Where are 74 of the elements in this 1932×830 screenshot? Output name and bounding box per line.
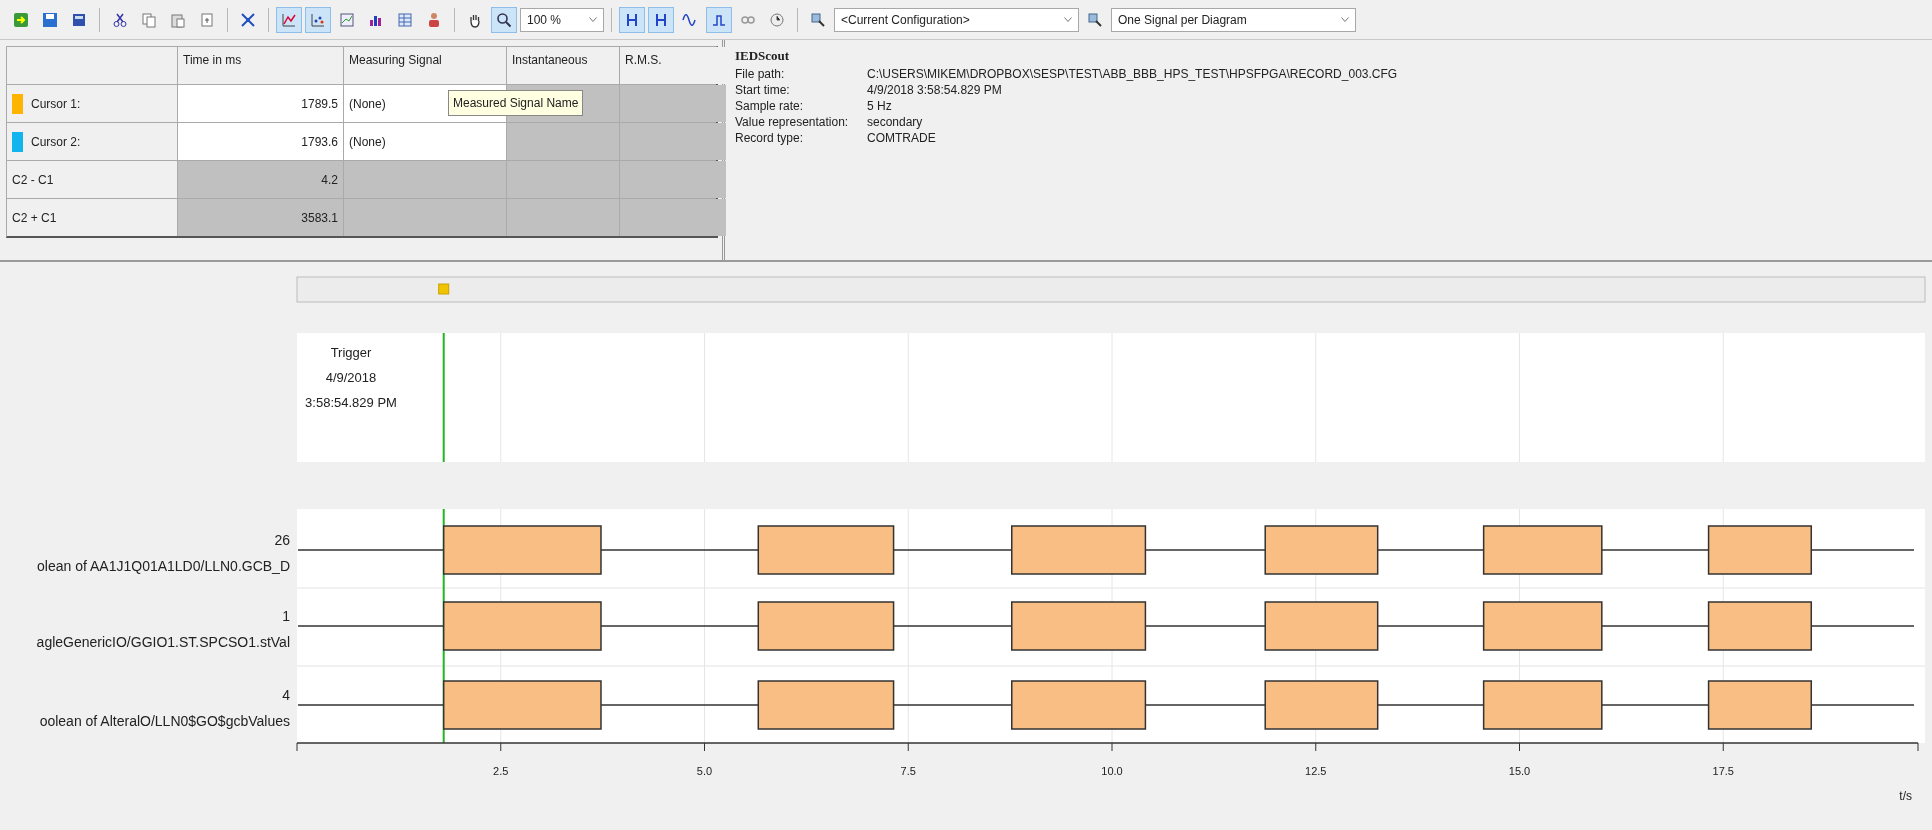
clock-icon (769, 11, 785, 28)
signal-number: 4 (282, 687, 290, 703)
trigger-text: Trigger (330, 345, 372, 360)
field-label: Sample rate: (735, 97, 805, 114)
column-header: Measuring Signal (344, 47, 506, 84)
trigger-marker (438, 283, 450, 295)
tick-label: 15.0 (1508, 765, 1531, 777)
column-header: R.M.S. (620, 47, 726, 84)
field-label: Record type: (735, 129, 805, 146)
tick-label: 7.5 (900, 765, 916, 777)
row-label: C2 - C1 (7, 161, 177, 198)
chart-icon (339, 11, 355, 28)
row-label: Cursor 2: (31, 133, 81, 151)
dropdown[interactable]: 100 % (520, 7, 604, 32)
wave-icon (682, 11, 698, 28)
signal-number: 1 (282, 608, 290, 624)
dropdown-value: 100 % (527, 11, 562, 29)
cross-arrows-icon (240, 11, 256, 28)
tick-label: 5.0 (696, 765, 713, 777)
app-title: IEDScout (735, 47, 791, 65)
dropdown[interactable]: One Signal per Diagram (1111, 7, 1356, 32)
dropdown-value: <Current Configuration> (841, 11, 970, 29)
table-cell: (None) (344, 123, 506, 160)
config-icon (810, 11, 826, 28)
bracket-icon (653, 11, 669, 28)
trigger-text: 4/9/2018 (325, 370, 377, 385)
caret-icon (1064, 17, 1072, 22)
signal-label: olean of AA1J1Q01A1LD0/LLN0.GCB_D (37, 558, 290, 574)
field-value: secondary (867, 113, 923, 130)
table-cell: 3583.1 (178, 199, 343, 236)
signal-number: 26 (274, 532, 290, 548)
field-label: File path: (735, 65, 786, 82)
row-label: Cursor 1: (31, 95, 81, 113)
tooltip: Measured Signal Name (448, 90, 584, 116)
trigger-text: 3:58:54.829 PM (305, 395, 397, 410)
copy-icon (141, 11, 157, 28)
tick-label: 2.5 (493, 765, 509, 777)
search-icon (496, 11, 512, 28)
column-header: Time in ms (178, 47, 343, 84)
caret-icon (1341, 17, 1349, 22)
bracket-icon (624, 11, 640, 28)
scatter-chart-icon (310, 11, 326, 28)
column-header: Instantaneous (507, 47, 619, 84)
field-value: COMTRADE (867, 129, 936, 146)
table-icon (397, 11, 413, 28)
save-icon (71, 11, 87, 28)
table-cell: 4.2 (178, 161, 343, 198)
field-value: C:\USERS\MIKEM\DROPBOX\SESP\TEST\ABB_BBB_HPS_TEST\HPSFPGA\RECORD_003.CFG (867, 65, 1398, 82)
toolbar-button[interactable] (648, 6, 674, 33)
field-label: Value representation: (735, 113, 850, 130)
field-value: 4/9/2018 3:58:54.829 PM (867, 81, 1002, 98)
line-chart-icon (281, 11, 297, 28)
cut-icon (112, 11, 128, 28)
row-label: C2 + C1 (7, 199, 177, 236)
document-icon (199, 11, 215, 28)
signal-label: agleGenericIO/GGIO1.ST.SPCSO1.stVal (36, 634, 290, 650)
field-value: 5 Hz (867, 97, 892, 114)
tick-label: 12.5 (1305, 765, 1327, 777)
paste-icon (170, 11, 186, 28)
tick-label: 17.5 (1712, 765, 1734, 777)
save-icon (42, 11, 58, 28)
config-icon (1087, 11, 1103, 28)
dropdown[interactable]: <Current Configuration> (834, 7, 1079, 32)
toolbar-button[interactable] (619, 6, 645, 33)
field-label: Start time: (735, 81, 791, 98)
tick-label: 10.0 (1101, 765, 1123, 777)
signal-label: oolean of AlteralO/LLN0$GO$gcbValues (39, 713, 290, 729)
table-cell: 1793.6 (178, 123, 343, 160)
toolbar-button[interactable] (491, 6, 517, 33)
dropdown-value: One Signal per Diagram (1118, 11, 1247, 29)
figure-icon (426, 11, 442, 28)
table-cell: 1789.5 (178, 85, 343, 122)
caret-icon (589, 17, 597, 22)
axis-title: t/s (1899, 789, 1912, 803)
